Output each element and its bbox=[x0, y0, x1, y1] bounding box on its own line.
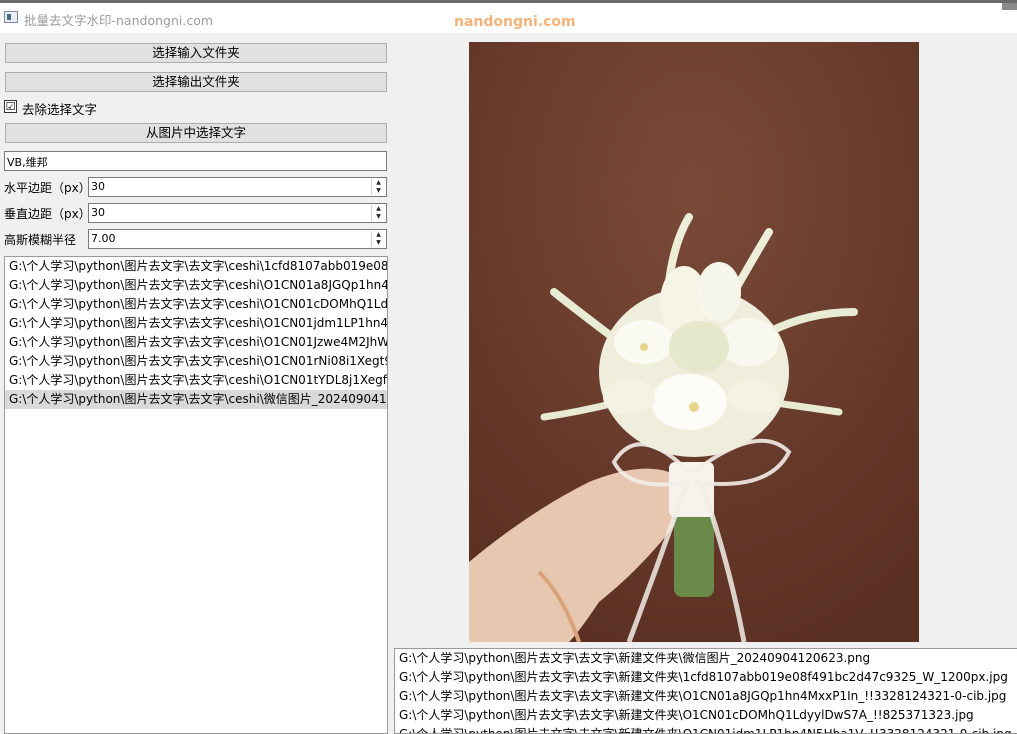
list-item[interactable]: G:\个人学习\python\图片去文字\去文字\ceshi\O1CN01Jzw… bbox=[5, 333, 387, 352]
app-icon bbox=[4, 11, 18, 23]
horizontal-margin-value: 30 bbox=[91, 180, 105, 193]
list-item[interactable]: G:\个人学习\python\图片去文字\去文字\新建文件夹\O1CN01a8J… bbox=[395, 687, 1017, 706]
horizontal-margin-label: 水平边距（px） bbox=[4, 181, 91, 195]
down-arrow-icon[interactable]: ▼ bbox=[372, 239, 385, 247]
list-item[interactable]: G:\个人学习\python\图片去文字\去文字\ceshi\O1CN01a8J… bbox=[5, 276, 387, 295]
spin-arrows[interactable]: ▲ ▼ bbox=[371, 179, 385, 195]
blur-radius-row: 高斯模糊半径 7.00 ▲ ▼ bbox=[0, 229, 388, 249]
down-arrow-icon[interactable]: ▼ bbox=[372, 187, 385, 195]
up-arrow-icon[interactable]: ▲ bbox=[372, 179, 385, 187]
list-item[interactable]: G:\个人学习\python\图片去文字\去文字\ceshi\O1CN01rNi… bbox=[5, 352, 387, 371]
blur-radius-spinbox[interactable]: 7.00 ▲ ▼ bbox=[88, 229, 387, 249]
select-input-folder-button[interactable]: 选择输入文件夹 bbox=[5, 43, 387, 63]
output-file-list[interactable]: G:\个人学习\python\图片去文字\去文字\新建文件夹\微信图片_2024… bbox=[394, 648, 1017, 734]
up-arrow-icon[interactable]: ▲ bbox=[372, 205, 385, 213]
vertical-margin-spinbox[interactable]: 30 ▲ ▼ bbox=[88, 203, 387, 223]
list-item[interactable]: G:\个人学习\python\图片去文字\去文字\ceshi\O1CN01cDO… bbox=[5, 295, 387, 314]
spin-arrows[interactable]: ▲ ▼ bbox=[371, 205, 385, 221]
list-item-selected[interactable]: G:\个人学习\python\图片去文字\去文字\ceshi\微信图片_2024… bbox=[5, 390, 387, 409]
select-output-folder-button[interactable]: 选择输出文件夹 bbox=[5, 72, 387, 92]
list-item[interactable]: G:\个人学习\python\图片去文字\去文字\ceshi\1cfd8107a… bbox=[5, 257, 387, 276]
list-item[interactable]: G:\个人学习\python\图片去文字\去文字\ceshi\O1CN01jdm… bbox=[5, 314, 387, 333]
window-control[interactable] bbox=[1002, 3, 1017, 10]
vertical-margin-row: 垂直边距（px） 30 ▲ ▼ bbox=[0, 203, 388, 223]
input-file-list[interactable]: G:\个人学习\python\图片去文字\去文字\ceshi\1cfd8107a… bbox=[4, 256, 388, 734]
text-to-remove-input[interactable]: VB,维邦 bbox=[4, 151, 387, 171]
spin-arrows[interactable]: ▲ ▼ bbox=[371, 231, 385, 247]
image-preview bbox=[469, 42, 919, 642]
down-arrow-icon[interactable]: ▼ bbox=[372, 213, 385, 221]
pick-text-from-image-button[interactable]: 从图片中选择文字 bbox=[5, 123, 387, 143]
remove-text-checkbox[interactable]: ☑ bbox=[4, 100, 17, 113]
list-item[interactable]: G:\个人学习\python\图片去文字\去文字\ceshi\O1CN01tYD… bbox=[5, 371, 387, 390]
list-item[interactable]: G:\个人学习\python\图片去文字\去文字\新建文件夹\1cfd8107a… bbox=[395, 668, 1017, 687]
vertical-margin-label: 垂直边距（px） bbox=[4, 207, 91, 221]
horizontal-margin-spinbox[interactable]: 30 ▲ ▼ bbox=[88, 177, 387, 197]
blur-radius-label: 高斯模糊半径 bbox=[4, 233, 77, 247]
blur-radius-value: 7.00 bbox=[91, 232, 116, 245]
horizontal-margin-row: 水平边距（px） 30 ▲ ▼ bbox=[0, 177, 388, 197]
list-item[interactable]: G:\个人学习\python\图片去文字\去文字\新建文件夹\O1CN01cDO… bbox=[395, 706, 1017, 725]
vertical-margin-value: 30 bbox=[91, 206, 105, 219]
bouquet-photo bbox=[469, 42, 919, 642]
up-arrow-icon[interactable]: ▲ bbox=[372, 231, 385, 239]
list-item[interactable]: G:\个人学习\python\图片去文字\去文字\新建文件夹\微信图片_2024… bbox=[395, 649, 1017, 668]
remove-text-label: 去除选择文字 bbox=[22, 102, 98, 117]
watermark-text: nandongni.com bbox=[454, 14, 576, 30]
window-title: 批量去文字水印-nandongni.com bbox=[24, 13, 214, 28]
list-item[interactable]: G:\个人学习\python\图片去文字\去文字\新建文件夹\O1CN01jdm… bbox=[395, 725, 1017, 733]
